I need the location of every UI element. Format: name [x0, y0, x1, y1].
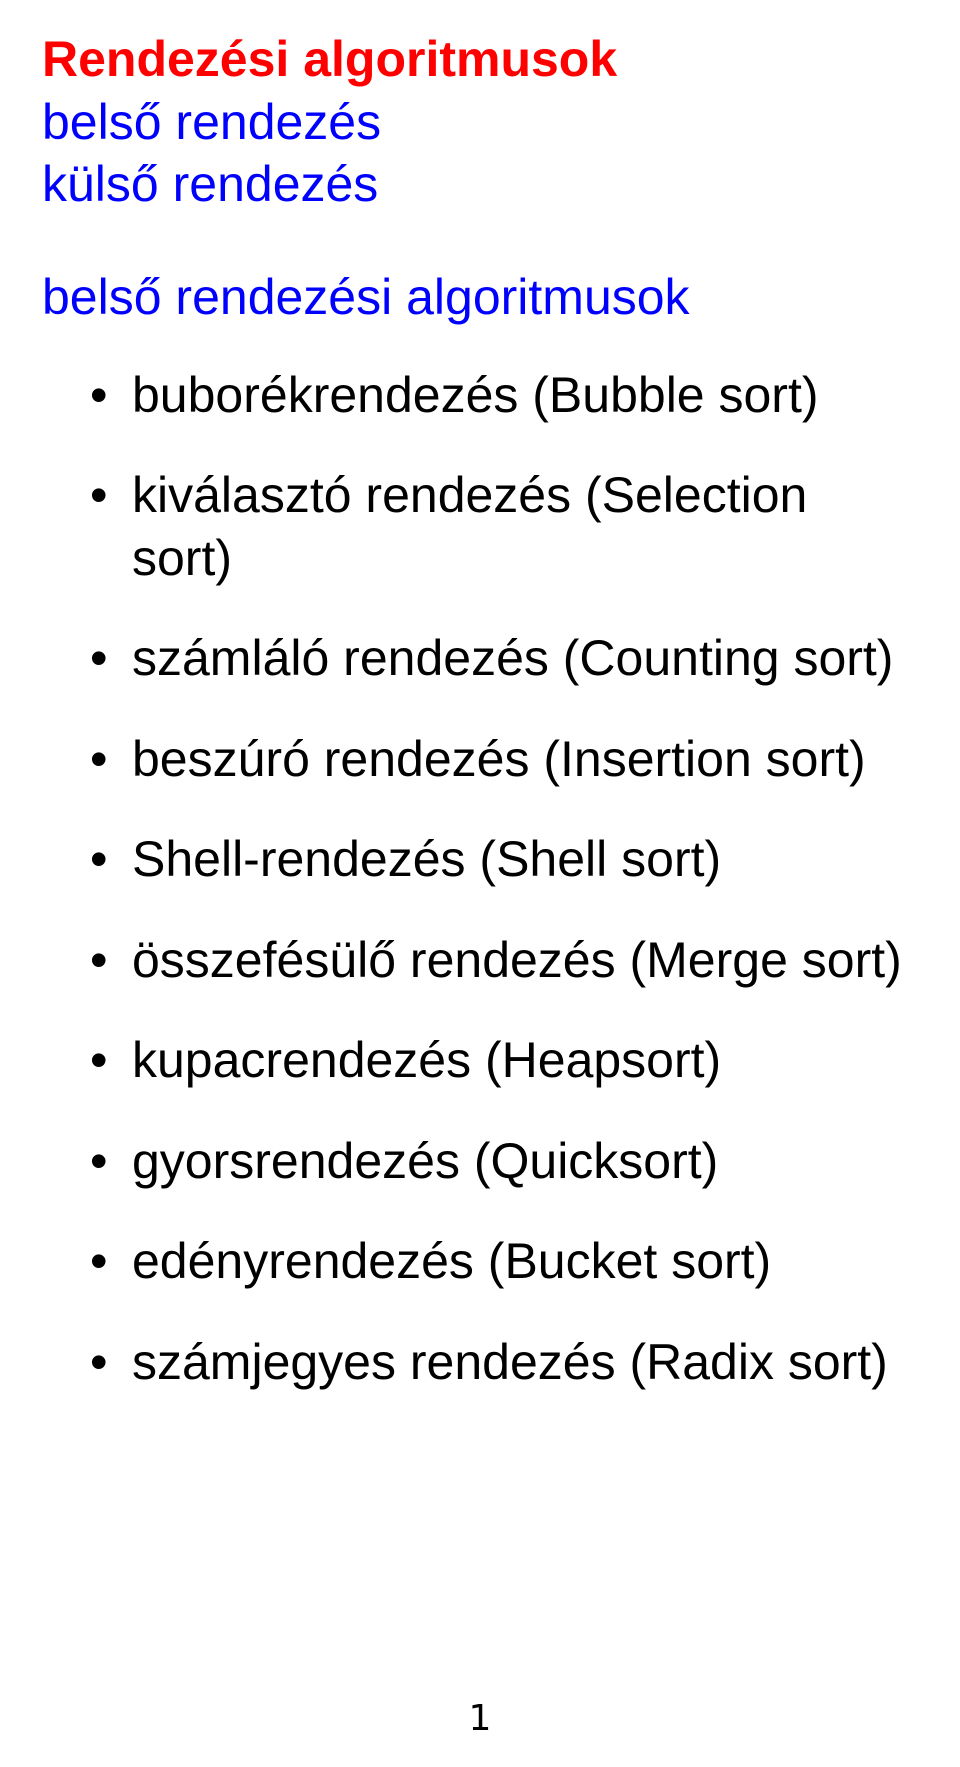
bullet-icon: •	[90, 828, 108, 891]
bullet-icon: •	[90, 627, 108, 690]
list-item: • számláló rendezés (Counting sort)	[42, 627, 918, 690]
list-item: • Shell-rendezés (Shell sort)	[42, 828, 918, 891]
bullet-icon: •	[90, 1130, 108, 1193]
category-line-2: külső rendezés	[42, 153, 918, 216]
category-line-1: belső rendezés	[42, 91, 918, 154]
list-item-label: kupacrendezés (Heapsort)	[132, 1032, 721, 1088]
bullet-icon: •	[90, 1230, 108, 1293]
list-item-label: Shell-rendezés (Shell sort)	[132, 831, 721, 887]
list-item-label: gyorsrendezés (Quicksort)	[132, 1133, 718, 1189]
bullet-icon: •	[90, 1331, 108, 1394]
bullet-icon: •	[90, 364, 108, 427]
list-item-label: számjegyes rendezés (Radix sort)	[132, 1334, 888, 1390]
list-item: • összefésülő rendezés (Merge sort)	[42, 929, 918, 992]
list-item: • edényrendezés (Bucket sort)	[42, 1230, 918, 1293]
bullet-icon: •	[90, 464, 108, 527]
list-item: • számjegyes rendezés (Radix sort)	[42, 1331, 918, 1394]
list-item: • kupacrendezés (Heapsort)	[42, 1029, 918, 1092]
section-heading: belső rendezési algoritmusok	[42, 268, 918, 326]
list-item-label: buborékrendezés (Bubble sort)	[132, 367, 819, 423]
page-title-red: Rendezési algoritmusok	[42, 28, 918, 91]
bullet-icon: •	[90, 929, 108, 992]
list-item-label: edényrendezés (Bucket sort)	[132, 1233, 771, 1289]
list-item-label: számláló rendezés (Counting sort)	[132, 630, 893, 686]
algorithms-list: • buborékrendezés (Bubble sort) • kivála…	[42, 364, 918, 1394]
list-item: • buborékrendezés (Bubble sort)	[42, 364, 918, 427]
list-item: • kiválasztó rendezés (Selection sort)	[42, 464, 918, 589]
bullet-icon: •	[90, 1029, 108, 1092]
list-item-label: beszúró rendezés (Insertion sort)	[132, 731, 866, 787]
list-item-label: összefésülő rendezés (Merge sort)	[132, 932, 902, 988]
page-number: 1	[0, 1698, 960, 1739]
list-item: • beszúró rendezés (Insertion sort)	[42, 728, 918, 791]
list-item: • gyorsrendezés (Quicksort)	[42, 1130, 918, 1193]
list-item-label: kiválasztó rendezés (Selection sort)	[132, 467, 807, 586]
bullet-icon: •	[90, 728, 108, 791]
